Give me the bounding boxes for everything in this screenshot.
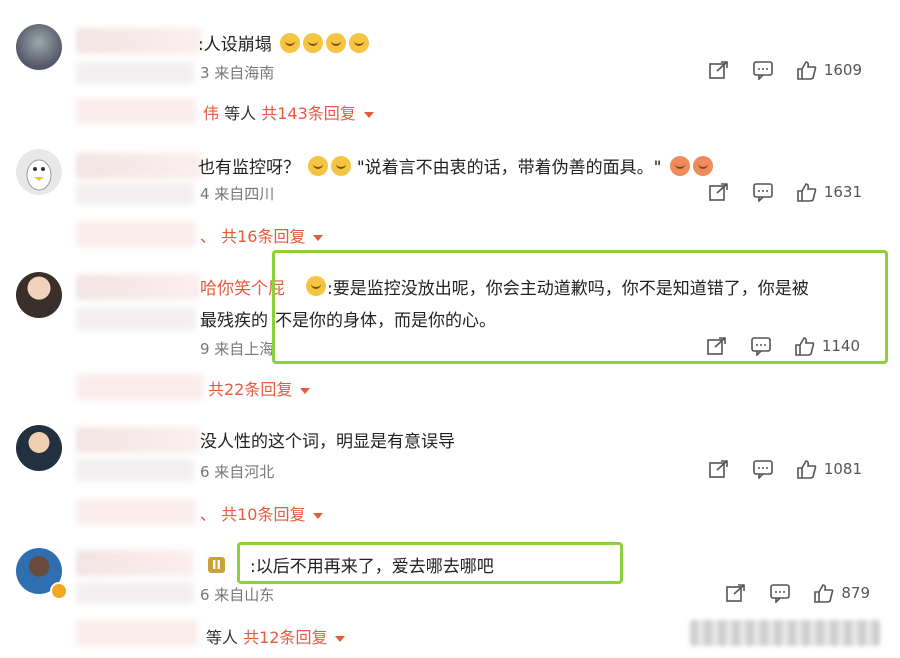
comment-button[interactable] <box>752 60 774 80</box>
username-blurred[interactable] <box>76 427 200 453</box>
comment-icon <box>753 183 773 202</box>
comment-actions: 1081 <box>708 459 862 479</box>
replies-link[interactable]: 等人 共12条回复 <box>206 624 346 648</box>
like-count: 1609 <box>823 61 862 79</box>
emoji-icon <box>326 33 347 53</box>
comment-text: 没人性的这个词，明显是有意误导 <box>200 432 455 452</box>
comment-meta: 4 来自四川 <box>200 185 275 203</box>
like-count: 879 <box>841 584 870 602</box>
comment-item: :人设崩塌 3 来自海南 1609 伟 等人 共143条回复 <box>0 0 900 125</box>
comment-text: 也有监控呀？ "说着言不由衷的话，带着伪善的面具。" <box>198 153 713 178</box>
emoji-icon <box>692 156 713 176</box>
like-count: 1081 <box>823 460 862 478</box>
caret-down-icon <box>300 387 311 394</box>
timestamp-blurred <box>76 582 194 604</box>
like-button[interactable]: 1081 <box>796 459 862 479</box>
replies-link[interactable]: 伟 等人 共143条回复 <box>203 100 374 124</box>
comment-actions: 1609 <box>708 60 862 80</box>
like-count: 1631 <box>823 183 862 201</box>
emoji-icon <box>308 156 329 176</box>
comment-actions: 879 <box>725 583 870 603</box>
share-button[interactable] <box>725 583 747 603</box>
highlight-box <box>272 250 888 364</box>
member-badge: II <box>208 557 225 573</box>
comment-meta: 9 来自上海 <box>200 340 275 358</box>
share-icon <box>709 183 728 201</box>
replies-link[interactable]: 、 共16条回复 <box>200 223 324 247</box>
comment-item: 没人性的这个词，明显是有意误导 6 来自河北 1081 、 共10条回复 <box>0 405 900 530</box>
comment-meta: 6 来自山东 <box>200 586 275 604</box>
comment-meta: 3 来自海南 <box>200 64 275 82</box>
share-button[interactable] <box>708 459 730 479</box>
caret-down-icon <box>363 111 374 118</box>
like-button[interactable]: 879 <box>813 583 870 603</box>
username-blurred[interactable] <box>76 550 194 576</box>
text-blurred <box>76 308 196 330</box>
share-icon <box>709 460 728 478</box>
username-blurred[interactable] <box>76 153 202 179</box>
like-icon <box>797 61 817 80</box>
reply-names-blurred <box>76 499 196 525</box>
caret-down-icon <box>313 512 324 519</box>
emoji-icon <box>331 156 352 176</box>
emoji-icon <box>669 156 690 176</box>
reply-names-blurred <box>76 98 196 124</box>
comment-text: :人设崩塌 <box>198 30 370 55</box>
emoji-icon <box>349 33 370 53</box>
comment-text-line2-prefix: 最残疾的 <box>200 311 268 331</box>
comment-button[interactable] <box>752 182 774 202</box>
emoji-icon <box>280 33 301 53</box>
verified-badge <box>50 582 68 600</box>
reply-names-blurred <box>76 374 204 400</box>
emoji-icon <box>303 33 324 53</box>
replies-link[interactable]: 、 共10条回复 <box>200 501 324 525</box>
like-icon <box>797 183 817 202</box>
timestamp-blurred <box>76 459 194 481</box>
replies-link[interactable]: 共22条回复 <box>208 376 311 400</box>
share-button[interactable] <box>708 60 730 80</box>
like-icon <box>814 584 834 603</box>
comment-icon <box>753 460 773 479</box>
comment-button[interactable] <box>769 583 791 603</box>
username-blurred[interactable] <box>76 274 200 300</box>
share-button[interactable] <box>708 182 730 202</box>
avatar[interactable] <box>16 425 62 471</box>
timestamp-blurred <box>76 62 194 84</box>
caret-down-icon <box>335 635 346 642</box>
avatar[interactable] <box>16 272 62 318</box>
reply-names-blurred <box>76 221 196 247</box>
share-icon <box>709 61 728 79</box>
caret-down-icon <box>313 234 324 241</box>
comment-icon <box>753 61 773 80</box>
comment-item: 也有监控呀？ "说着言不由衷的话，带着伪善的面具。" 4 来自四川 1631 、… <box>0 125 900 250</box>
like-button[interactable]: 1631 <box>796 182 862 202</box>
comment-item: 哈你笑个屁 :要是监控没放出呢，你会主动道歉吗，你不是知道错了，你是被 最残疾的… <box>0 250 900 405</box>
avatar[interactable] <box>16 149 62 195</box>
reply-names-blurred <box>76 620 198 646</box>
avatar[interactable] <box>16 24 62 70</box>
comment-icon <box>770 584 791 603</box>
comment-button[interactable] <box>752 459 774 479</box>
watermark-blurred <box>690 620 880 646</box>
like-button[interactable]: 1609 <box>796 60 862 80</box>
share-icon <box>726 584 746 602</box>
comment-meta: 6 来自河北 <box>200 463 275 481</box>
timestamp-blurred <box>76 183 194 205</box>
username-blurred[interactable] <box>76 28 202 54</box>
highlight-box <box>237 542 623 584</box>
like-icon <box>797 460 817 479</box>
comment-actions: 1631 <box>708 182 862 202</box>
